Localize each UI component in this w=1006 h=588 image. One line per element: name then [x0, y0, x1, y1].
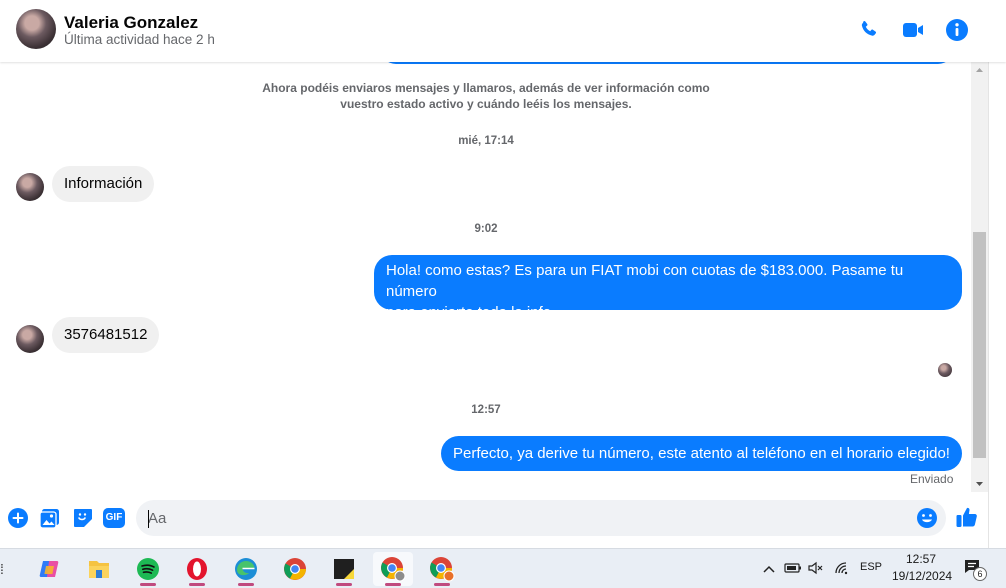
running-indicator: [385, 583, 401, 586]
previous-message-bubble: [380, 62, 954, 64]
spotify-icon[interactable]: [128, 552, 168, 586]
notification-badge: 6: [973, 567, 987, 581]
scroll-down-arrow-icon[interactable]: [971, 475, 988, 492]
scroll-up-arrow-icon[interactable]: [971, 62, 988, 79]
copilot-icon[interactable]: [30, 552, 70, 586]
contact-status: Última actividad hace 2 h: [64, 32, 215, 47]
battery-icon[interactable]: [784, 561, 802, 575]
widgets-icon[interactable]: ⁞: [0, 561, 8, 577]
timestamp: 12:57: [471, 404, 501, 416]
file-explorer-icon[interactable]: [79, 552, 119, 586]
scrollbar-thumb[interactable]: [973, 232, 986, 458]
timestamp: mié, 17:14: [458, 135, 514, 147]
message-composer: GIF: [0, 492, 988, 548]
chevron-up-icon[interactable]: [762, 562, 776, 576]
outgoing-message[interactable]: Perfecto, ya derive tu número, este aten…: [441, 436, 962, 471]
chrome-icon[interactable]: [275, 552, 315, 586]
system-notice-line: Ahora podéis enviaros mensajes y llamaro…: [262, 81, 710, 95]
sent-status: Enviado: [910, 472, 954, 486]
chrome-profile-2-icon[interactable]: [422, 552, 462, 586]
info-icon[interactable]: [945, 18, 969, 42]
incoming-message[interactable]: 3576481512: [52, 317, 160, 353]
clock-date[interactable]: 19/12/2024: [892, 569, 952, 583]
contact-avatar[interactable]: [16, 9, 56, 49]
running-indicator: [189, 583, 205, 586]
video-icon[interactable]: [901, 18, 925, 42]
message-line: para enviarte toda la info: [386, 304, 552, 321]
emoji-icon[interactable]: [916, 507, 938, 529]
running-indicator: [140, 583, 156, 586]
contact-avatar-small[interactable]: [16, 325, 44, 353]
read-receipt-avatar: [938, 363, 952, 377]
plus-icon[interactable]: [7, 507, 29, 529]
gif-icon[interactable]: GIF: [103, 508, 125, 528]
message-list: Ahora podéis enviaros mensajes y llamaro…: [0, 62, 988, 492]
incoming-message[interactable]: Información: [52, 166, 155, 202]
sticker-icon[interactable]: [72, 507, 94, 529]
system-notice-line: vuestro estado activo y cuándo leéis los…: [340, 97, 632, 111]
messenger-window: Valeria Gonzalez Última actividad hace 2…: [0, 0, 1006, 588]
phone-icon[interactable]: [857, 18, 881, 42]
edge-icon[interactable]: [226, 552, 266, 586]
clock-time[interactable]: 12:57: [906, 552, 936, 566]
chat-scrollbar[interactable]: [971, 62, 988, 492]
system-notice: Ahora podéis enviaros mensajes y llamaro…: [236, 80, 736, 112]
language-indicator[interactable]: ESP: [860, 561, 882, 573]
opera-icon[interactable]: [177, 552, 217, 586]
running-indicator: [336, 583, 352, 586]
notification-center[interactable]: 6: [963, 558, 987, 581]
chat-header: Valeria Gonzalez Última actividad hace 2…: [0, 0, 1006, 62]
outgoing-message[interactable]: Hola! como estas? Es para un FIAT mobi c…: [374, 255, 962, 321]
chrome-profile-icon[interactable]: [373, 552, 413, 586]
like-icon[interactable]: [955, 505, 979, 529]
message-input[interactable]: [136, 500, 946, 536]
text-caret: [148, 510, 149, 528]
message-line: Hola! como estas? Es para un FIAT mobi c…: [386, 262, 904, 300]
contact-name[interactable]: Valeria Gonzalez: [64, 13, 198, 33]
image-icon[interactable]: [39, 507, 61, 529]
windows-taskbar: ⁞ ESP 12:57 19/12/2024 6: [0, 548, 1006, 588]
contact-avatar-small[interactable]: [16, 173, 44, 201]
speaker-muted-icon[interactable]: [808, 561, 824, 575]
sticky-notes-icon[interactable]: [324, 552, 364, 586]
timestamp: 9:02: [474, 223, 498, 235]
running-indicator: [434, 583, 450, 586]
window-edge: [988, 0, 1006, 548]
running-indicator: [238, 583, 254, 586]
wifi-icon[interactable]: [834, 561, 850, 575]
